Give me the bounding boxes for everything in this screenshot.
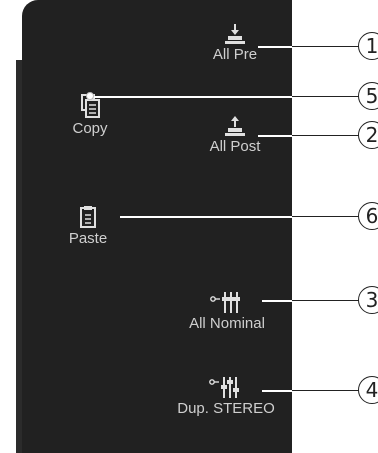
paste-button[interactable]: Paste	[48, 204, 128, 247]
callout-line-6-ext	[292, 216, 362, 218]
all-nominal-label: All Nominal	[189, 315, 265, 332]
paste-icon	[80, 206, 96, 228]
copy-label: Copy	[72, 120, 108, 137]
callout-line-3	[262, 300, 292, 302]
faders-stereo-icon	[209, 377, 239, 398]
arrow-down-into-tray-icon	[225, 24, 245, 44]
all-pre-label: All Pre	[212, 46, 258, 63]
callout-line-3-ext	[292, 300, 362, 302]
effect-panel: All Pre Copy All Post Paste All Nominal …	[0, 0, 292, 453]
arrow-up-from-tray-icon	[225, 116, 245, 136]
callout-line-1	[258, 46, 292, 48]
callout-dot-5	[86, 92, 94, 100]
all-nominal-button[interactable]: All Nominal	[162, 289, 292, 332]
callout-line-2-ext	[292, 135, 362, 137]
callout-1: 1	[358, 32, 378, 60]
faders-nominal-icon	[210, 292, 240, 313]
callout-4: 4	[358, 376, 378, 404]
dup-stereo-label: Dup. STEREO	[177, 400, 275, 417]
callout-line-6	[120, 216, 292, 218]
callout-6: 6	[358, 202, 378, 230]
callout-line-4-ext	[292, 390, 362, 392]
dup-stereo-button[interactable]: Dup. STEREO	[160, 374, 292, 417]
callout-3: 3	[358, 286, 378, 314]
callout-line-5-ext	[292, 96, 362, 98]
callout-2: 2	[358, 121, 378, 149]
all-post-label: All Post	[209, 138, 261, 155]
callout-5: 5	[358, 82, 378, 110]
callout-line-2	[258, 135, 292, 137]
callout-line-4	[262, 390, 292, 392]
callout-line-5	[92, 96, 292, 98]
callout-line-1-ext	[292, 46, 362, 48]
all-pre-button[interactable]: All Pre	[190, 22, 280, 63]
paste-label: Paste	[68, 230, 108, 247]
